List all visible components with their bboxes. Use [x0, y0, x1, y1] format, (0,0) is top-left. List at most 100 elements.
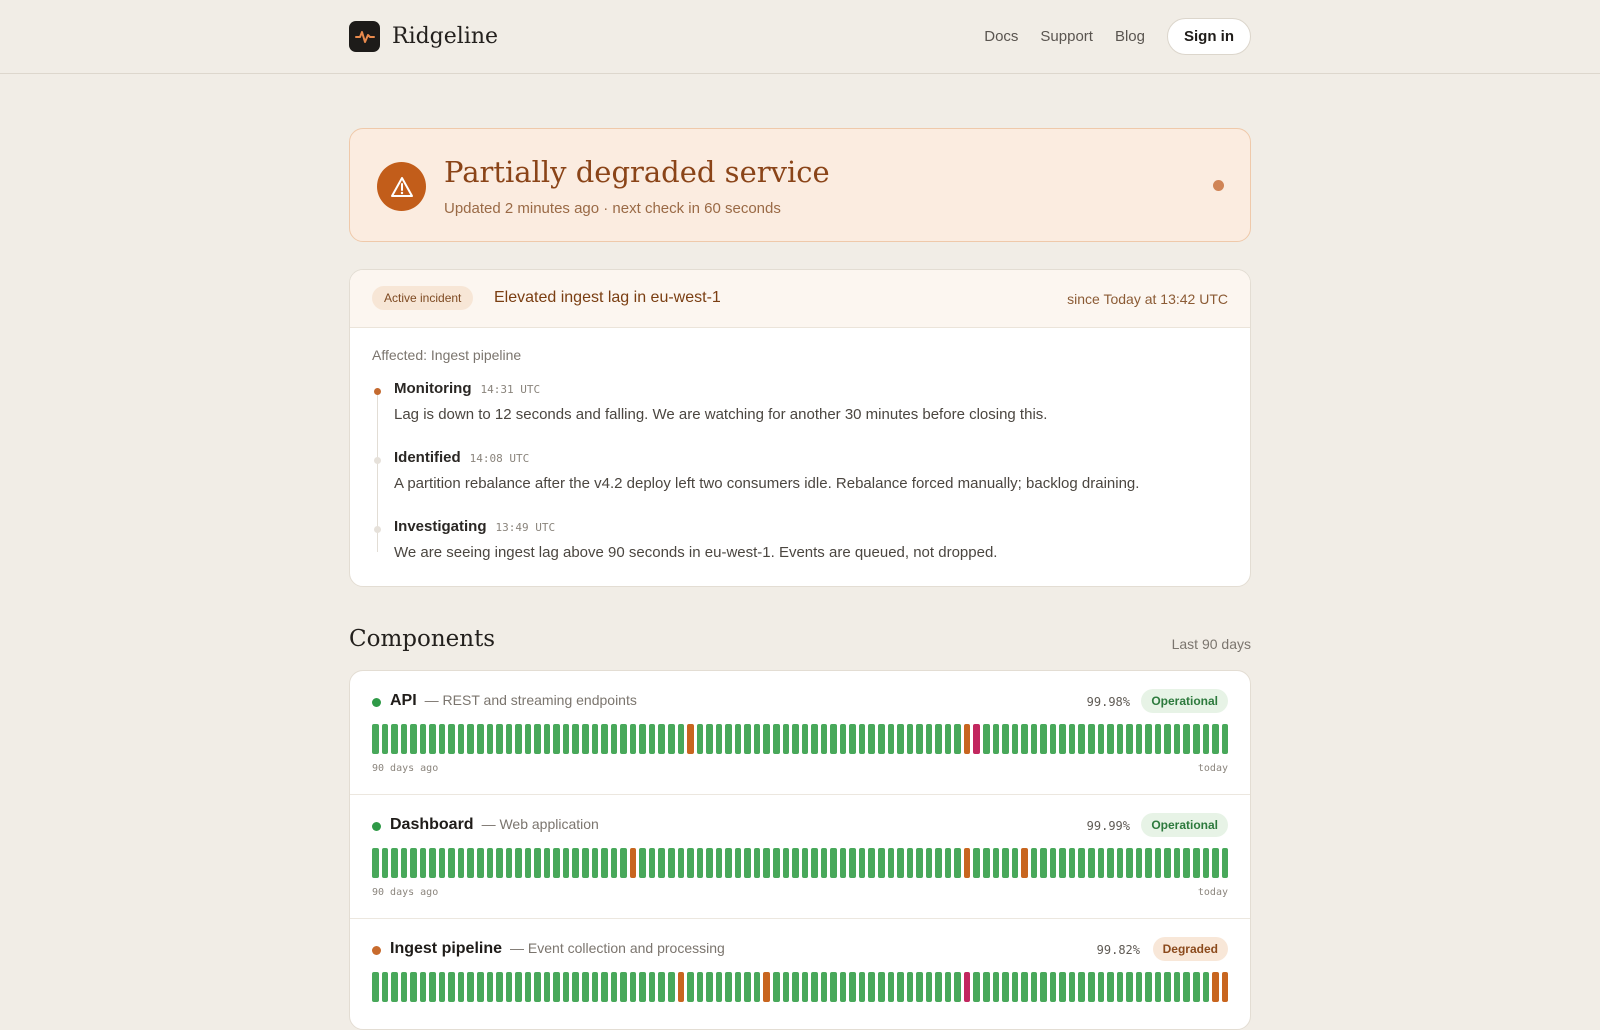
- uptime-day-bar[interactable]: [410, 972, 417, 1002]
- uptime-day-bar[interactable]: [715, 972, 723, 1002]
- uptime-day-bar[interactable]: [715, 724, 723, 754]
- uptime-day-bar[interactable]: [620, 848, 627, 878]
- uptime-day-bar[interactable]: [1107, 972, 1114, 1002]
- uptime-day-bar[interactable]: [486, 848, 494, 878]
- uptime-day-bar[interactable]: [1126, 972, 1133, 1002]
- incident-title[interactable]: Elevated ingest lag in eu-west-1: [494, 289, 721, 307]
- uptime-day-bar[interactable]: [1088, 972, 1095, 1002]
- uptime-day-bar[interactable]: [973, 724, 980, 754]
- uptime-day-bar[interactable]: [1212, 972, 1219, 1002]
- uptime-day-bar[interactable]: [1154, 724, 1162, 754]
- uptime-day-bar[interactable]: [954, 848, 961, 878]
- uptime-day-bar[interactable]: [639, 972, 646, 1002]
- uptime-day-bar[interactable]: [496, 972, 503, 1002]
- uptime-day-bar[interactable]: [1059, 848, 1066, 878]
- uptime-day-bar[interactable]: [658, 972, 665, 1002]
- uptime-day-bar[interactable]: [1145, 848, 1152, 878]
- uptime-day-bar[interactable]: [601, 724, 608, 754]
- uptime-day-bar[interactable]: [858, 848, 866, 878]
- uptime-day-bar[interactable]: [1173, 848, 1181, 878]
- uptime-day-bar[interactable]: [572, 724, 580, 754]
- uptime-day-bar[interactable]: [1202, 972, 1210, 1002]
- uptime-day-bar[interactable]: [887, 972, 895, 1002]
- uptime-day-bar[interactable]: [400, 724, 408, 754]
- uptime-day-bar[interactable]: [1164, 972, 1171, 1002]
- uptime-day-bar[interactable]: [839, 972, 847, 1002]
- uptime-day-bar[interactable]: [467, 972, 475, 1002]
- uptime-day-bar[interactable]: [429, 848, 436, 878]
- uptime-day-bar[interactable]: [868, 972, 875, 1002]
- uptime-day-bar[interactable]: [744, 724, 751, 754]
- uptime-day-bar[interactable]: [1212, 724, 1219, 754]
- uptime-day-bar[interactable]: [1173, 972, 1181, 1002]
- uptime-day-bar[interactable]: [916, 972, 923, 1002]
- uptime-day-bar[interactable]: [744, 972, 751, 1002]
- uptime-day-bar[interactable]: [553, 972, 560, 1002]
- uptime-day-bar[interactable]: [658, 724, 665, 754]
- uptime-day-bar[interactable]: [562, 972, 570, 1002]
- uptime-day-bar[interactable]: [629, 972, 637, 1002]
- uptime-day-bar[interactable]: [820, 724, 828, 754]
- uptime-day-bar[interactable]: [1021, 972, 1028, 1002]
- uptime-day-bar[interactable]: [830, 972, 837, 1002]
- uptime-day-bar[interactable]: [381, 724, 389, 754]
- uptime-day-bar[interactable]: [811, 848, 818, 878]
- uptime-day-bar[interactable]: [792, 724, 799, 754]
- uptime-day-bar[interactable]: [877, 848, 885, 878]
- uptime-day-bar[interactable]: [906, 724, 914, 754]
- uptime-day-bar[interactable]: [438, 972, 446, 1002]
- uptime-day-bar[interactable]: [925, 724, 933, 754]
- uptime-day-bar[interactable]: [1183, 972, 1191, 1002]
- uptime-day-bar[interactable]: [486, 724, 494, 754]
- uptime-day-bar[interactable]: [897, 848, 904, 878]
- uptime-day-bar[interactable]: [486, 972, 494, 1002]
- uptime-day-bar[interactable]: [639, 848, 646, 878]
- uptime-day-bar[interactable]: [591, 848, 599, 878]
- uptime-day-bar[interactable]: [477, 848, 484, 878]
- uptime-day-bar[interactable]: [391, 972, 398, 1002]
- uptime-day-bar[interactable]: [811, 724, 818, 754]
- uptime-day-bar[interactable]: [1116, 724, 1124, 754]
- uptime-day-bar[interactable]: [954, 972, 961, 1002]
- uptime-day-bar[interactable]: [1097, 972, 1105, 1002]
- uptime-day-bar[interactable]: [734, 724, 742, 754]
- uptime-day-bar[interactable]: [496, 848, 503, 878]
- uptime-day-bar[interactable]: [706, 972, 713, 1002]
- uptime-day-bar[interactable]: [610, 724, 618, 754]
- uptime-day-bar[interactable]: [639, 724, 646, 754]
- uptime-day-bar[interactable]: [944, 848, 952, 878]
- uptime-day-bar[interactable]: [1021, 848, 1028, 878]
- uptime-day-bar[interactable]: [906, 848, 914, 878]
- uptime-day-bar[interactable]: [877, 972, 885, 1002]
- uptime-day-bar[interactable]: [1078, 724, 1086, 754]
- uptime-day-bar[interactable]: [467, 724, 475, 754]
- uptime-day-bar[interactable]: [830, 848, 837, 878]
- uptime-day-bar[interactable]: [1221, 848, 1229, 878]
- uptime-day-bar[interactable]: [572, 848, 580, 878]
- uptime-day-bar[interactable]: [1011, 848, 1019, 878]
- uptime-day-bar[interactable]: [1221, 972, 1229, 1002]
- uptime-day-bar[interactable]: [849, 972, 856, 1002]
- uptime-day-bar[interactable]: [1164, 848, 1171, 878]
- uptime-day-bar[interactable]: [534, 724, 541, 754]
- uptime-day-bar[interactable]: [410, 724, 417, 754]
- uptime-day-bar[interactable]: [381, 972, 389, 1002]
- uptime-day-bar[interactable]: [667, 724, 675, 754]
- uptime-day-bar[interactable]: [1135, 724, 1143, 754]
- uptime-day-bar[interactable]: [534, 972, 541, 1002]
- uptime-day-bar[interactable]: [582, 848, 589, 878]
- uptime-day-bar[interactable]: [448, 972, 455, 1002]
- uptime-day-bar[interactable]: [1097, 724, 1105, 754]
- uptime-day-bar[interactable]: [725, 972, 732, 1002]
- uptime-day-bar[interactable]: [505, 972, 513, 1002]
- uptime-day-bar[interactable]: [667, 972, 675, 1002]
- uptime-day-bar[interactable]: [1088, 848, 1095, 878]
- uptime-day-bar[interactable]: [457, 848, 465, 878]
- uptime-day-bar[interactable]: [963, 724, 971, 754]
- uptime-day-bar[interactable]: [381, 848, 389, 878]
- uptime-day-bar[interactable]: [1002, 972, 1009, 1002]
- uptime-day-bar[interactable]: [572, 972, 580, 1002]
- uptime-day-bar[interactable]: [1049, 848, 1057, 878]
- uptime-day-bar[interactable]: [1173, 724, 1181, 754]
- uptime-day-bar[interactable]: [543, 848, 551, 878]
